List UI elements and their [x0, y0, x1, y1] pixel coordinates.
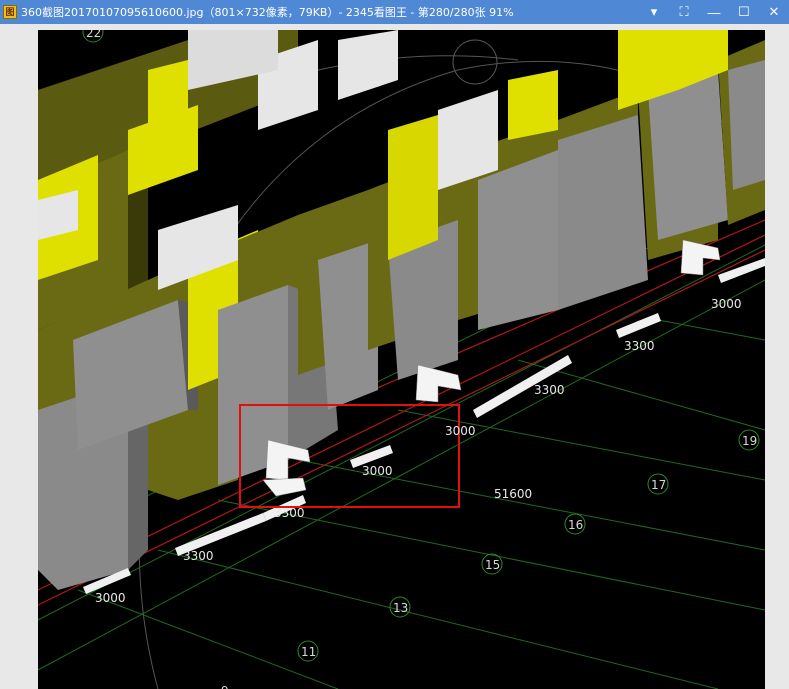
window-controls: ▾ ⛶ — ☐ ✕ — [639, 0, 789, 24]
close-button[interactable]: ✕ — [759, 0, 789, 24]
dim-label: 3300 — [534, 383, 565, 397]
axis-number: 17 — [651, 478, 666, 492]
dropdown-button[interactable]: ▾ — [639, 0, 669, 24]
dim-label: 3300 — [624, 339, 655, 353]
dropdown-icon: ▾ — [650, 4, 658, 19]
axis-number: 19 — [742, 434, 757, 448]
minimize-button[interactable]: — — [699, 0, 729, 24]
dim-label: 3000 — [711, 297, 742, 311]
maximize-icon: ☐ — [738, 4, 750, 19]
close-icon: ✕ — [768, 4, 780, 19]
minimize-icon: — — [707, 4, 721, 20]
dim-label: 3300 — [274, 506, 305, 520]
axis-number: 13 — [393, 601, 408, 615]
image-viewer[interactable]: 3000 3300 3300 3000 3300 3000 3300 3000 … — [38, 30, 765, 689]
axis-number: 22 — [86, 30, 101, 40]
fit-screen-button[interactable]: ⛶ — [669, 0, 699, 24]
dim-label: 3000 — [362, 464, 393, 478]
axis-number: 15 — [485, 558, 500, 572]
window-title: 360截图20170107095610600.jpg（801×732像素，79K… — [21, 6, 514, 19]
dim-label: 51600 — [494, 487, 532, 501]
window-titlebar: 图 360截图20170107095610600.jpg（801×732像素，7… — [0, 0, 789, 24]
app-logo-icon: 图 — [3, 5, 17, 19]
axis-number: 9 — [221, 684, 229, 689]
dim-label: 3000 — [95, 591, 126, 605]
axis-number: 11 — [301, 645, 316, 659]
maximize-button[interactable]: ☐ — [729, 0, 759, 24]
cad-3d-render: 3000 3300 3300 3000 3300 3000 3300 3000 … — [38, 30, 765, 689]
fit-screen-icon: ⛶ — [679, 4, 689, 19]
axis-number: 16 — [568, 518, 583, 532]
dim-label: 3000 — [445, 424, 476, 438]
dim-label: 3300 — [183, 549, 214, 563]
